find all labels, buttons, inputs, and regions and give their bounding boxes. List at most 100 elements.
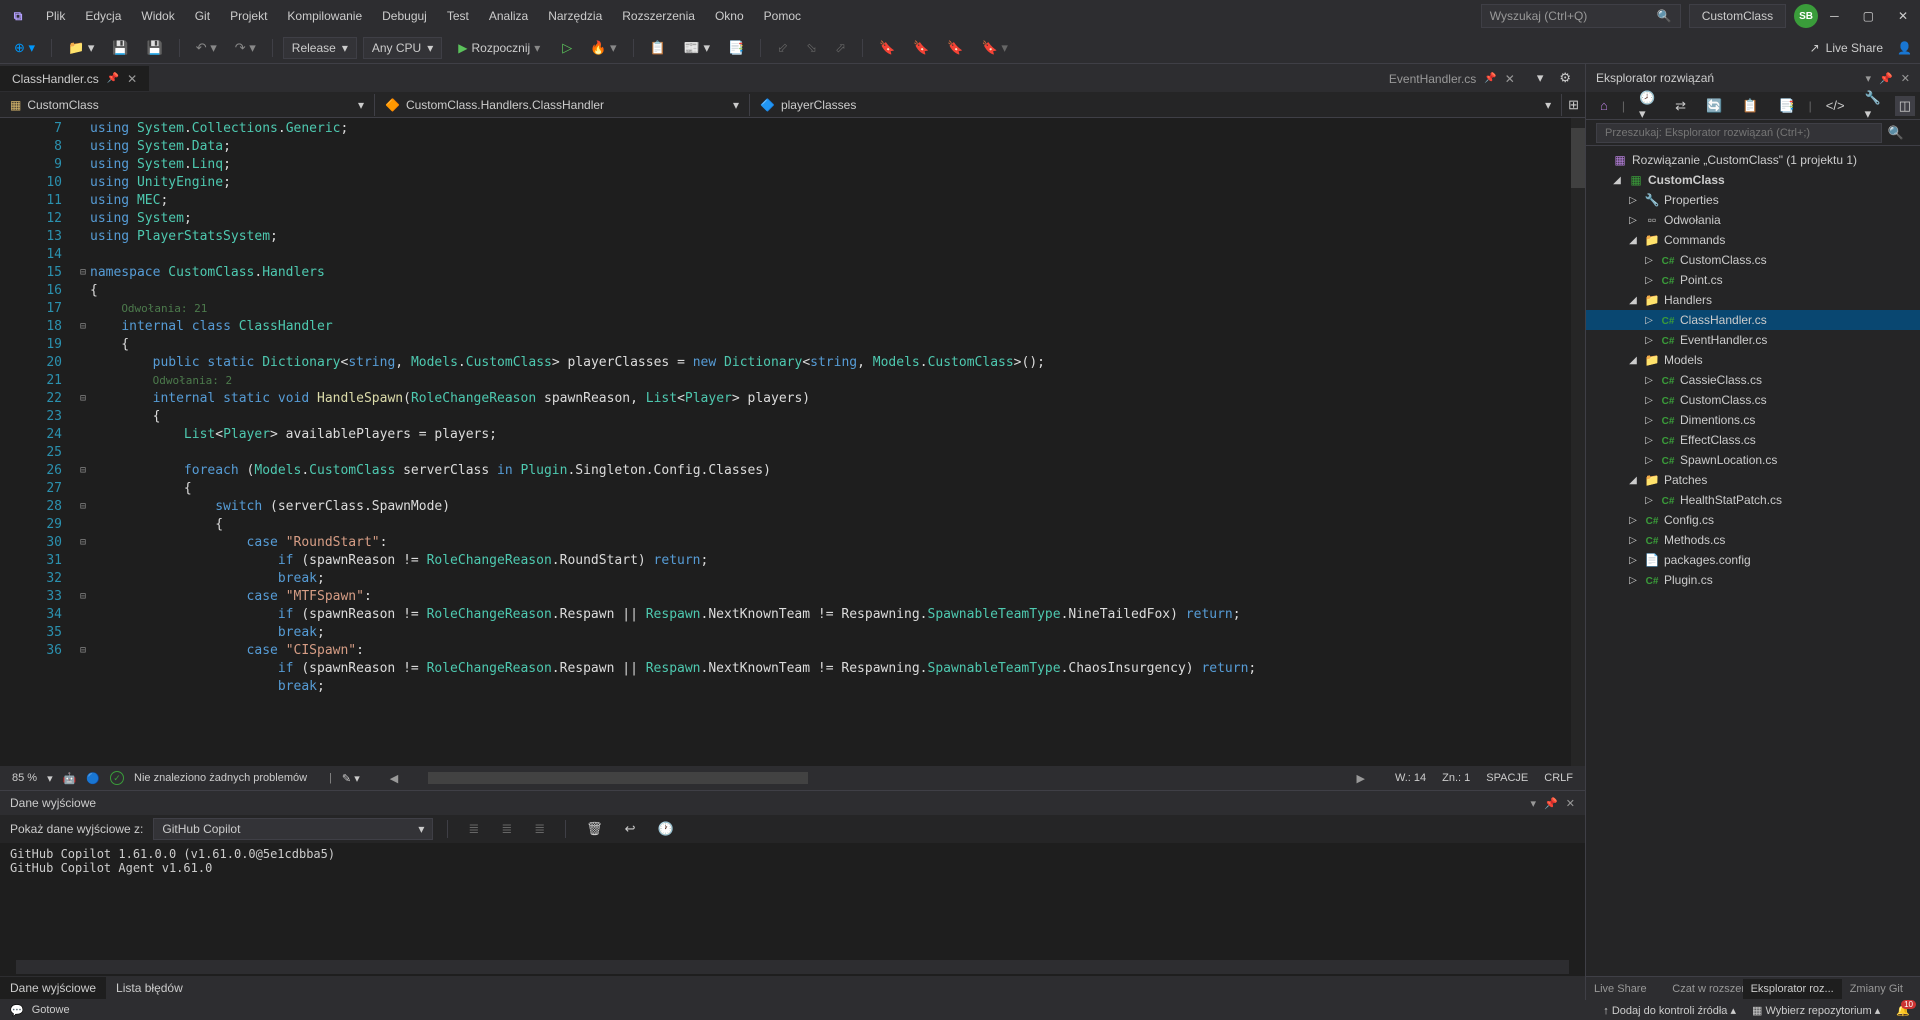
zoom-dropdown-icon[interactable]: ▾: [47, 772, 53, 785]
code-editor[interactable]: 7891011121314151617181920212223242526272…: [0, 118, 1585, 766]
bookmark-prev-icon[interactable]: 🔖: [907, 36, 935, 60]
toolbar-icon-1[interactable]: 📋: [644, 36, 672, 60]
clear-output-icon[interactable]: 🗑: [580, 817, 609, 841]
menu-edycja[interactable]: Edycja: [75, 3, 131, 29]
menu-test[interactable]: Test: [437, 3, 479, 29]
code-content[interactable]: using System.Collections.Generic; using …: [90, 118, 1571, 766]
copilot-status-icon[interactable]: 🔵: [86, 772, 100, 785]
sol-tb-icon[interactable]: </>: [1820, 94, 1851, 117]
brush-icon[interactable]: ✎ ▾: [342, 772, 360, 785]
minimap-scrollbar[interactable]: [1571, 118, 1585, 766]
bottom-tab[interactable]: Lista błędów: [106, 977, 193, 999]
menu-rozszerzenia[interactable]: Rozszerzenia: [612, 3, 705, 29]
toolbar-icon-2[interactable]: 📰 ▾: [678, 36, 716, 60]
menu-analiza[interactable]: Analiza: [479, 3, 538, 29]
menu-narzędzia[interactable]: Narzędzia: [538, 3, 612, 29]
nav-back-icon[interactable]: ⊕ ▾: [8, 36, 41, 60]
output-source-dropdown[interactable]: GitHub Copilot▾: [153, 818, 433, 840]
start-without-debug-icon[interactable]: ▷: [556, 36, 578, 60]
close-tab-icon[interactable]: ✕: [127, 72, 137, 86]
class-dropdown[interactable]: ▦ CustomClass ▾: [0, 94, 375, 116]
hscroll-right-icon[interactable]: ▶: [1353, 772, 1369, 785]
copilot-icon[interactable]: 🤖: [63, 772, 77, 785]
chat-icon[interactable]: 💬: [10, 1004, 24, 1017]
user-avatar[interactable]: SB: [1794, 4, 1818, 28]
pin-icon[interactable]: 📌: [1484, 73, 1496, 84]
open-file-icon[interactable]: 📁 ▾: [62, 36, 100, 60]
close-tab-icon[interactable]: ✕: [1505, 72, 1515, 86]
tree-item[interactable]: ▷C#EffectClass.cs: [1586, 430, 1920, 450]
tree-item[interactable]: ▷C#Point.cs: [1586, 270, 1920, 290]
solution-search-input[interactable]: [1596, 123, 1882, 143]
line-indicator[interactable]: W.: 14: [1395, 772, 1426, 784]
panel-dropdown-icon[interactable]: ▾: [1866, 72, 1872, 85]
output-hscrollbar[interactable]: [16, 960, 1569, 974]
col-indicator[interactable]: Zn.: 1: [1442, 772, 1470, 784]
tree-item[interactable]: ◢📁Commands: [1586, 230, 1920, 250]
menu-widok[interactable]: Widok: [131, 3, 184, 29]
minimize-button[interactable]: ─: [1826, 5, 1843, 27]
platform-dropdown[interactable]: Any CPU▾: [363, 37, 442, 59]
tree-item[interactable]: ▷▫▫Odwołania: [1586, 210, 1920, 230]
panel-close-icon[interactable]: ✕: [1566, 797, 1575, 810]
start-debug-button[interactable]: ▶ Rozpocznij ▾: [448, 38, 550, 58]
tree-item[interactable]: ▷C#CassieClass.cs: [1586, 370, 1920, 390]
account-icon[interactable]: 👤: [1897, 41, 1912, 55]
tree-item[interactable]: ◢📁Handlers: [1586, 290, 1920, 310]
tree-item[interactable]: ▷C#Dimentions.cs: [1586, 410, 1920, 430]
output-tb-icon[interactable]: ≣: [462, 817, 485, 841]
tree-item[interactable]: ▷🔧Properties: [1586, 190, 1920, 210]
hscroll-left-icon[interactable]: ◀: [386, 772, 402, 785]
fold-column[interactable]: ⊟⊟⊟⊟⊟⊟⊟⊟: [76, 118, 90, 766]
save-icon[interactable]: 💾: [106, 36, 134, 60]
tree-item[interactable]: ▷C#CustomClass.cs: [1586, 250, 1920, 270]
bookmark-more-icon[interactable]: 🔖 ▾: [976, 36, 1014, 60]
global-search-box[interactable]: Wyszukaj (Ctrl+Q) 🔍: [1481, 4, 1681, 28]
select-repo-button[interactable]: ▦ Wybierz repozytorium ▴: [1752, 1004, 1880, 1017]
tree-item[interactable]: ▷C#CustomClass.cs: [1586, 390, 1920, 410]
tree-item[interactable]: ▷C#EventHandler.cs: [1586, 330, 1920, 350]
menu-okno[interactable]: Okno: [705, 3, 754, 29]
tree-item[interactable]: ▷C#Methods.cs: [1586, 530, 1920, 550]
menu-kompilowanie[interactable]: Kompilowanie: [277, 3, 372, 29]
notifications-button[interactable]: 🔔10: [1896, 1004, 1910, 1017]
tree-item[interactable]: ◢▦CustomClass: [1586, 170, 1920, 190]
tab-classhandler[interactable]: ClassHandler.cs 📌 ✕: [0, 66, 149, 91]
save-all-icon[interactable]: 💾: [141, 36, 169, 60]
bottom-tab[interactable]: Dane wyjściowe: [0, 977, 106, 999]
panel-dropdown-icon[interactable]: ▾: [1531, 797, 1537, 810]
step-over-icon[interactable]: ⬂: [800, 36, 823, 60]
pin-icon[interactable]: 📌: [107, 73, 119, 84]
menu-projekt[interactable]: Projekt: [220, 3, 277, 29]
source-control-button[interactable]: ↑ Dodaj do kontroli źródła ▴: [1603, 1004, 1736, 1017]
indent-mode[interactable]: SPACJE: [1486, 772, 1528, 784]
output-text[interactable]: GitHub Copilot 1.61.0.0 (v1.61.0.0@5e1cd…: [0, 843, 1585, 960]
solution-name-display[interactable]: CustomClass: [1689, 4, 1786, 28]
panel-pin-icon[interactable]: 📌: [1879, 72, 1893, 85]
tree-item[interactable]: ▷C#ClassHandler.cs: [1586, 310, 1920, 330]
panel-close-icon[interactable]: ✕: [1901, 72, 1910, 85]
split-editor-icon[interactable]: ⊞: [1562, 93, 1585, 117]
sol-tb-icon[interactable]: 📑: [1772, 94, 1800, 118]
close-button[interactable]: ✕: [1894, 5, 1912, 27]
solution-bottom-tab[interactable]: Eksplorator roz...: [1743, 979, 1842, 999]
solution-tree[interactable]: ▦Rozwiązanie „CustomClass" (1 projektu 1…: [1586, 146, 1920, 976]
bookmark-icon[interactable]: 🔖: [873, 36, 901, 60]
tree-item[interactable]: ◢📁Models: [1586, 350, 1920, 370]
tree-item[interactable]: ▷📄packages.config: [1586, 550, 1920, 570]
search-icon[interactable]: 🔍: [1882, 121, 1910, 145]
timestamp-icon[interactable]: 🕐: [652, 817, 680, 841]
menu-plik[interactable]: Plik: [36, 3, 75, 29]
step-out-icon[interactable]: ⬀: [829, 36, 852, 60]
no-problems-label[interactable]: Nie znaleziono żadnych problemów: [134, 772, 307, 784]
solution-bottom-tab[interactable]: Zmiany Git: [1842, 979, 1920, 999]
tree-item[interactable]: ▷C#Plugin.cs: [1586, 570, 1920, 590]
zoom-level[interactable]: 85 %: [12, 772, 37, 784]
eol-mode[interactable]: CRLF: [1544, 772, 1573, 784]
sol-tb-icon[interactable]: ◫: [1895, 96, 1915, 116]
tree-item[interactable]: ▷C#Config.cs: [1586, 510, 1920, 530]
tree-item[interactable]: ▷C#SpawnLocation.cs: [1586, 450, 1920, 470]
live-share-button[interactable]: ↗ Live Share 👤: [1810, 41, 1912, 55]
horizontal-scrollbar[interactable]: [418, 771, 1336, 785]
menu-debuguj[interactable]: Debuguj: [372, 3, 437, 29]
